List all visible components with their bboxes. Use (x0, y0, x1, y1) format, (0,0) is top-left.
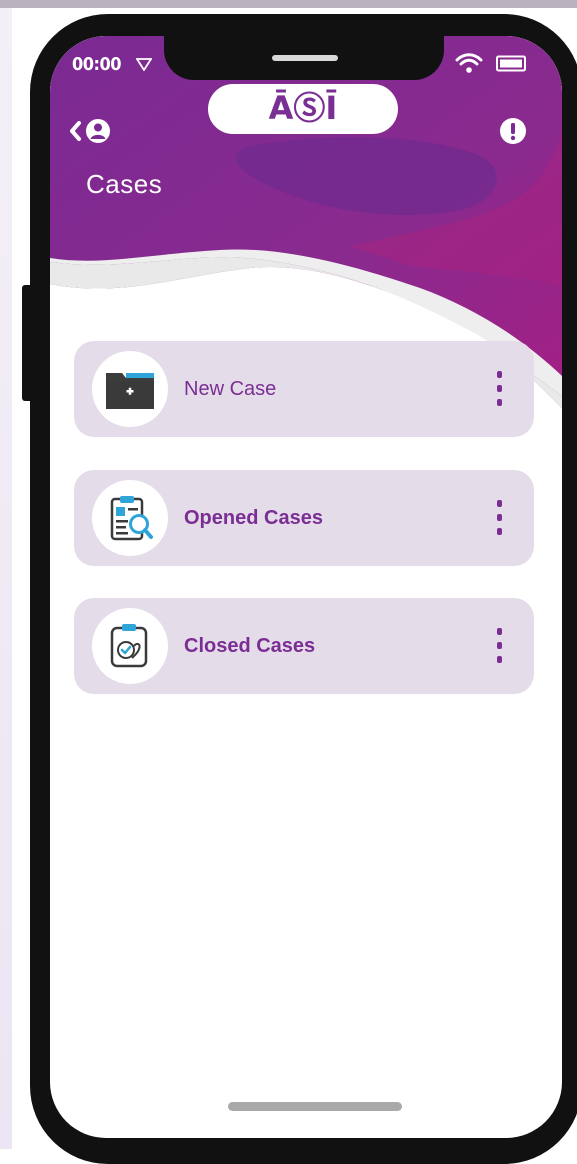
clipboard-check-icon (110, 624, 148, 668)
more-options-icon[interactable] (488, 369, 512, 409)
more-options-icon[interactable] (488, 626, 512, 666)
new-case-card[interactable]: New Case (74, 341, 534, 437)
page-title: Cases (86, 169, 163, 199)
signal-icon (136, 58, 152, 71)
logo-text: ĀⓈĪ (268, 89, 338, 127)
card-icon-circle (92, 351, 168, 427)
opened-cases-card[interactable]: Opened Cases (74, 470, 534, 566)
folder-plus-icon (106, 373, 154, 409)
card-icon-circle (92, 480, 168, 556)
status-time: 00:00 (72, 54, 122, 75)
phone-notch (164, 36, 444, 80)
card-label-new-case: New Case (184, 378, 277, 400)
exclamation-icon[interactable] (498, 116, 528, 146)
phone-screen: 00:00 ĀⓈĪ Cases New Case Opened Cases Cl… (50, 36, 562, 1138)
wifi-icon (455, 53, 483, 73)
card-label-opened-cases: Opened Cases (184, 507, 323, 529)
chevron-left-icon (70, 121, 81, 141)
more-options-icon[interactable] (488, 498, 512, 538)
user-icon (86, 119, 110, 143)
home-indicator[interactable] (228, 1102, 402, 1111)
app-logo: ĀⓈĪ (208, 84, 398, 134)
card-label-closed-cases: Closed Cases (184, 635, 316, 657)
back-profile-button[interactable] (68, 116, 126, 146)
closed-cases-card[interactable]: Closed Cases (74, 598, 534, 694)
background-left-strip (0, 8, 12, 1149)
window-top-strip (0, 0, 577, 8)
clipboard-search-icon (110, 496, 153, 541)
card-icon-circle (92, 608, 168, 684)
speaker-grille (272, 55, 338, 61)
battery-icon (496, 55, 526, 72)
